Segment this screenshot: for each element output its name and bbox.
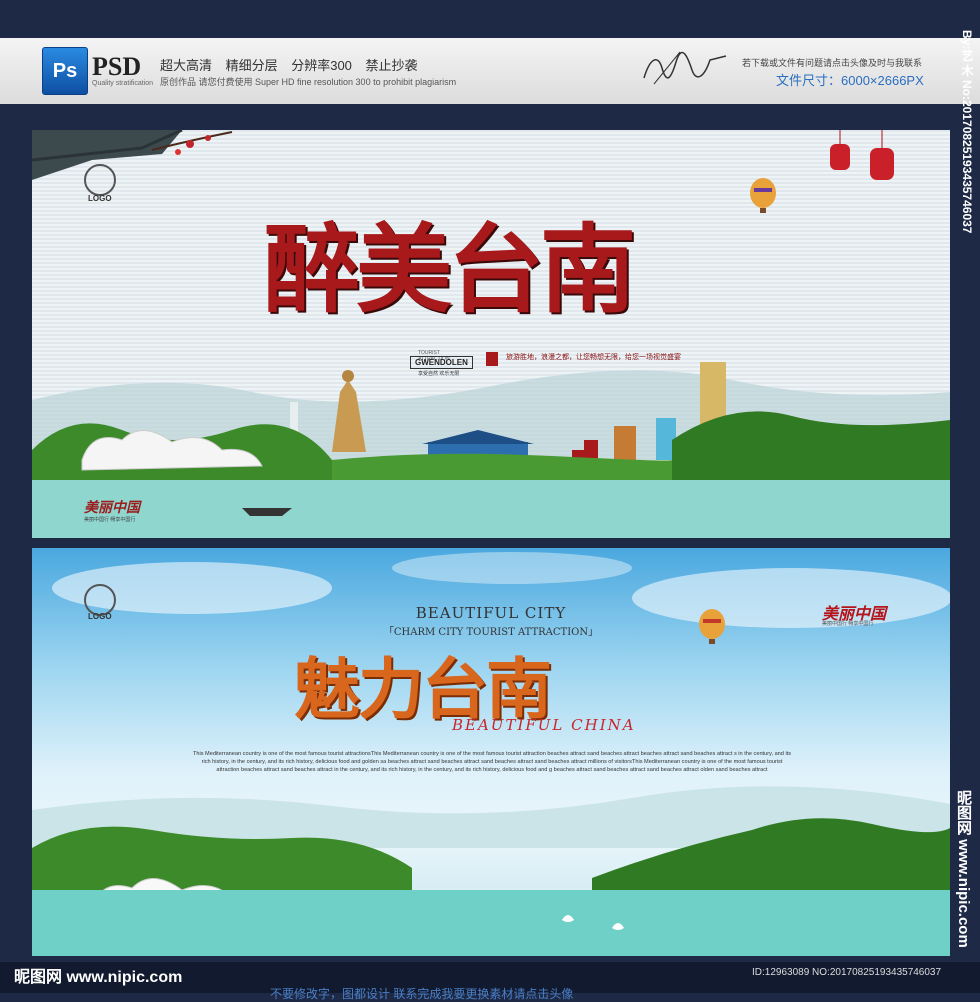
- banner-panel-2: LOGO BEAUTIFUL CITY 「CHARM CITY TOURIST …: [32, 548, 950, 956]
- quote-mark-icon: [486, 352, 498, 366]
- psd-label: PSD: [92, 52, 142, 81]
- banner-1-title: 醉美台南: [264, 213, 636, 326]
- beautiful-china-sub-2: 美丽中国行 畅享中国行: [822, 621, 874, 627]
- gwendolen-label: GWENDOLEN: [410, 356, 473, 369]
- feature-sublist: 原创作品 请您付费使用 Super HD fine resolution 300…: [160, 77, 457, 87]
- gwendolen-sub: 享受自然 欢乐无限: [418, 371, 460, 377]
- city-title: BEAUTIFUL CITY: [415, 604, 567, 622]
- side-watermark: 昵图网 www.nipic.com: [955, 790, 972, 948]
- banner-panel-1: 醉美台南 LOGO TOURIST ATTRACTION GWENDOLEN 享…: [32, 130, 950, 538]
- feature-list: 超大高清 精细分层 分辨率300 禁止抄袭: [160, 58, 418, 73]
- contact-note: 若下载或文件有问题请点击头像及时与我联系: [742, 58, 923, 68]
- logo-text: LOGO: [88, 194, 112, 203]
- banner-2-title-en: BEAUTIFUL CHINA: [452, 716, 636, 734]
- bottom-note: 不要修改字，图都设计 联系完成我要更换素材请点击头像: [270, 987, 574, 1001]
- photoshop-icon: Ps: [42, 47, 88, 95]
- image-id: ID:12963089 NO:20170825193435746037: [752, 967, 942, 978]
- description-paragraph: This Mediterranean country is one of the…: [192, 751, 792, 773]
- tagline: 旅游胜地，浪漫之都，让您畅想无限，给您一场视觉盛宴: [506, 354, 681, 361]
- psd-sublabel: Quality stratification: [92, 80, 154, 87]
- file-size: 文件尺寸：6000×2666PX: [776, 73, 924, 88]
- logo-icon: [84, 164, 116, 196]
- site-watermark: 昵图网 www.nipic.com: [14, 969, 183, 986]
- side-author-id: By:艺 木 No:20170825193435746037: [960, 30, 974, 234]
- signature-icon: [643, 51, 727, 85]
- beautiful-china-seal: 美丽中国: [84, 500, 140, 516]
- beautiful-china-sub: 美丽中国行 畅享中国行: [84, 517, 136, 523]
